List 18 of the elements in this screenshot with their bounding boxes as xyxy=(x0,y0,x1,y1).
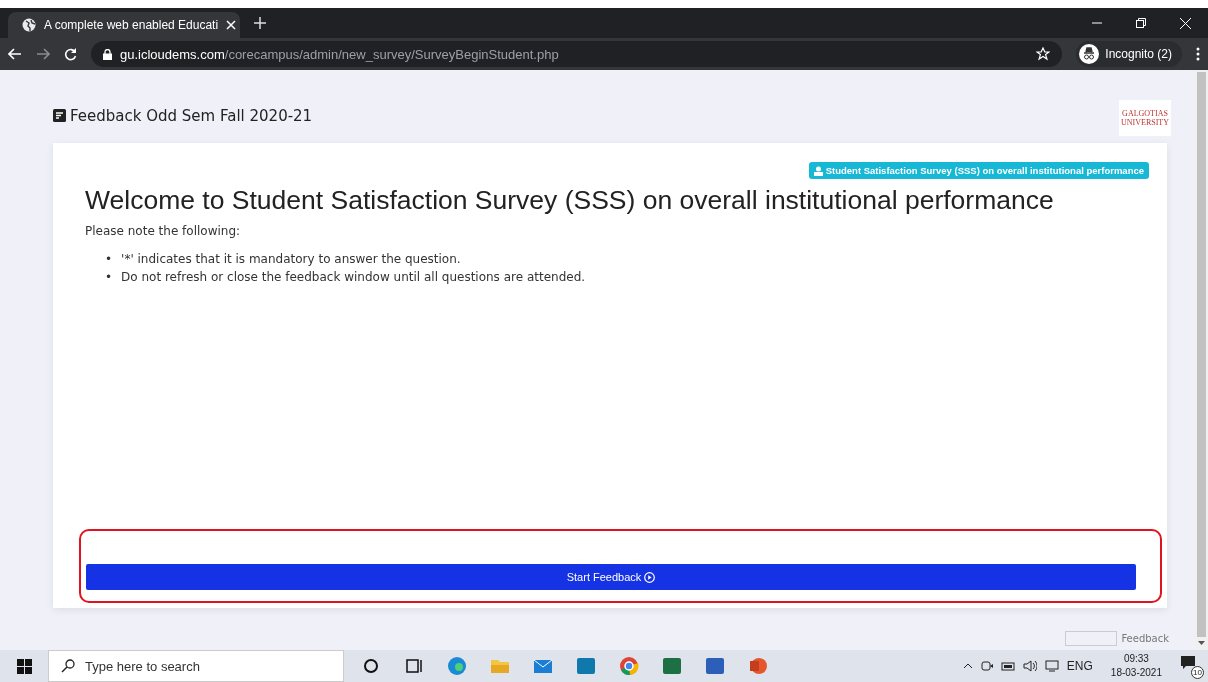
page-heading: Feedback Odd Sem Fall 2020-21 xyxy=(70,106,313,125)
start-feedback-button[interactable]: Start Feedback xyxy=(86,564,1136,590)
university-logo: GALGOTIAS UNIVERSITY xyxy=(1119,99,1171,136)
feedback-link[interactable]: Feedback xyxy=(1121,633,1169,644)
bullet: • xyxy=(105,269,113,286)
taskbar-search-field[interactable]: Type here to search xyxy=(48,650,344,682)
survey-badge: Student Satisfaction Survey (SSS) on overall institutional performance xyxy=(808,162,1149,179)
profile-button[interactable]: Incognito (2) xyxy=(1076,41,1182,67)
bullet: • xyxy=(105,251,113,268)
notification-count: 10 xyxy=(1191,666,1204,679)
note-item: '*' indicates that it is mandatory to answer the question. xyxy=(121,251,461,268)
language-indicator[interactable]: ENG xyxy=(1066,659,1093,673)
intro-text: Please note the following: xyxy=(85,224,242,238)
note-item: Do not refresh or close the feedback window until all questions are attended. xyxy=(121,269,586,286)
address-bar[interactable]: gu.icloudems.com/corecampus/admin/new_survey/SurveyBeginStudent.php xyxy=(91,41,1063,67)
clock[interactable]: 09:33 18-03-2021 xyxy=(1110,652,1162,680)
survey-title: Welcome to Student Satisfaction Survey (SSS) on overall institutional performance xyxy=(85,185,1055,216)
browser-tab[interactable]: A complete web enabled Educati xyxy=(8,12,240,38)
